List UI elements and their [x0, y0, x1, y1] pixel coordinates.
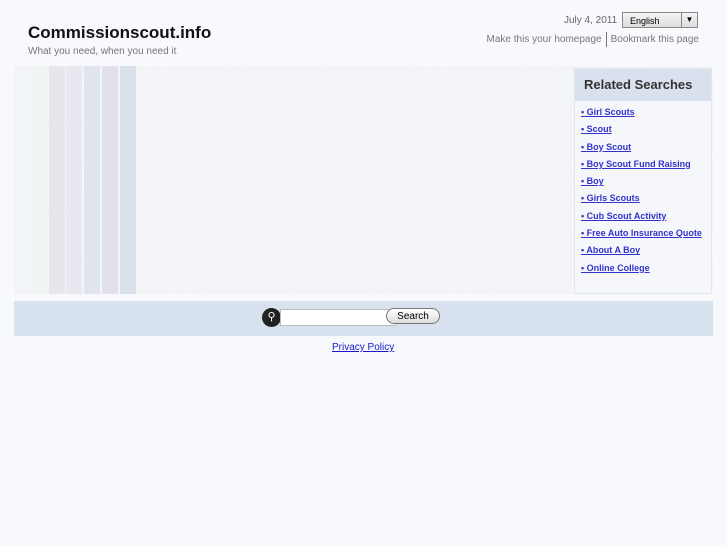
site-title: Commissionscout.info: [28, 23, 212, 42]
related-link[interactable]: • Boy Scout: [581, 142, 631, 152]
related-link[interactable]: • Online College: [581, 263, 650, 273]
decor-stripe: [31, 66, 47, 294]
related-link[interactable]: • Boy Scout Fund Raising: [581, 159, 691, 169]
related-link[interactable]: • Free Auto Insurance Quote: [581, 228, 702, 238]
bookmark-link[interactable]: Bookmark this page: [611, 34, 699, 45]
related-link[interactable]: • Cub Scout Activity: [581, 211, 666, 221]
language-select[interactable]: English ▼: [622, 12, 698, 28]
search-button[interactable]: Search: [386, 308, 440, 324]
divider: [605, 32, 607, 47]
related-searches-panel: Related Searches • Girl Scouts • Scout •…: [574, 68, 712, 294]
related-link[interactable]: • Girl Scouts: [581, 107, 635, 117]
search-icon: ⚲: [262, 308, 281, 327]
date: July 4, 2011: [564, 15, 618, 26]
search-input[interactable]: [280, 309, 396, 326]
related-link[interactable]: • Boy: [581, 176, 604, 186]
search-bar: ⚲ Search: [14, 301, 713, 336]
tagline: What you need, when you need it: [28, 46, 177, 57]
related-link[interactable]: • About A Boy: [581, 245, 640, 255]
header-links: Make this your homepage Bookmark this pag…: [487, 32, 699, 47]
related-link[interactable]: • Girls Scouts: [581, 193, 640, 203]
decor-stripe: [49, 66, 65, 294]
related-link[interactable]: • Scout: [581, 124, 612, 134]
decor-stripe: [66, 66, 82, 294]
make-homepage-link[interactable]: Make this your homepage: [487, 34, 602, 45]
decor-stripe: [102, 66, 118, 294]
decor-stripe: [120, 66, 136, 294]
related-searches-title: Related Searches: [575, 69, 711, 101]
chevron-down-icon[interactable]: ▼: [681, 13, 697, 27]
language-value: English: [630, 16, 660, 26]
decor-stripe: [84, 66, 100, 294]
privacy-policy-link[interactable]: Privacy Policy: [332, 342, 394, 353]
